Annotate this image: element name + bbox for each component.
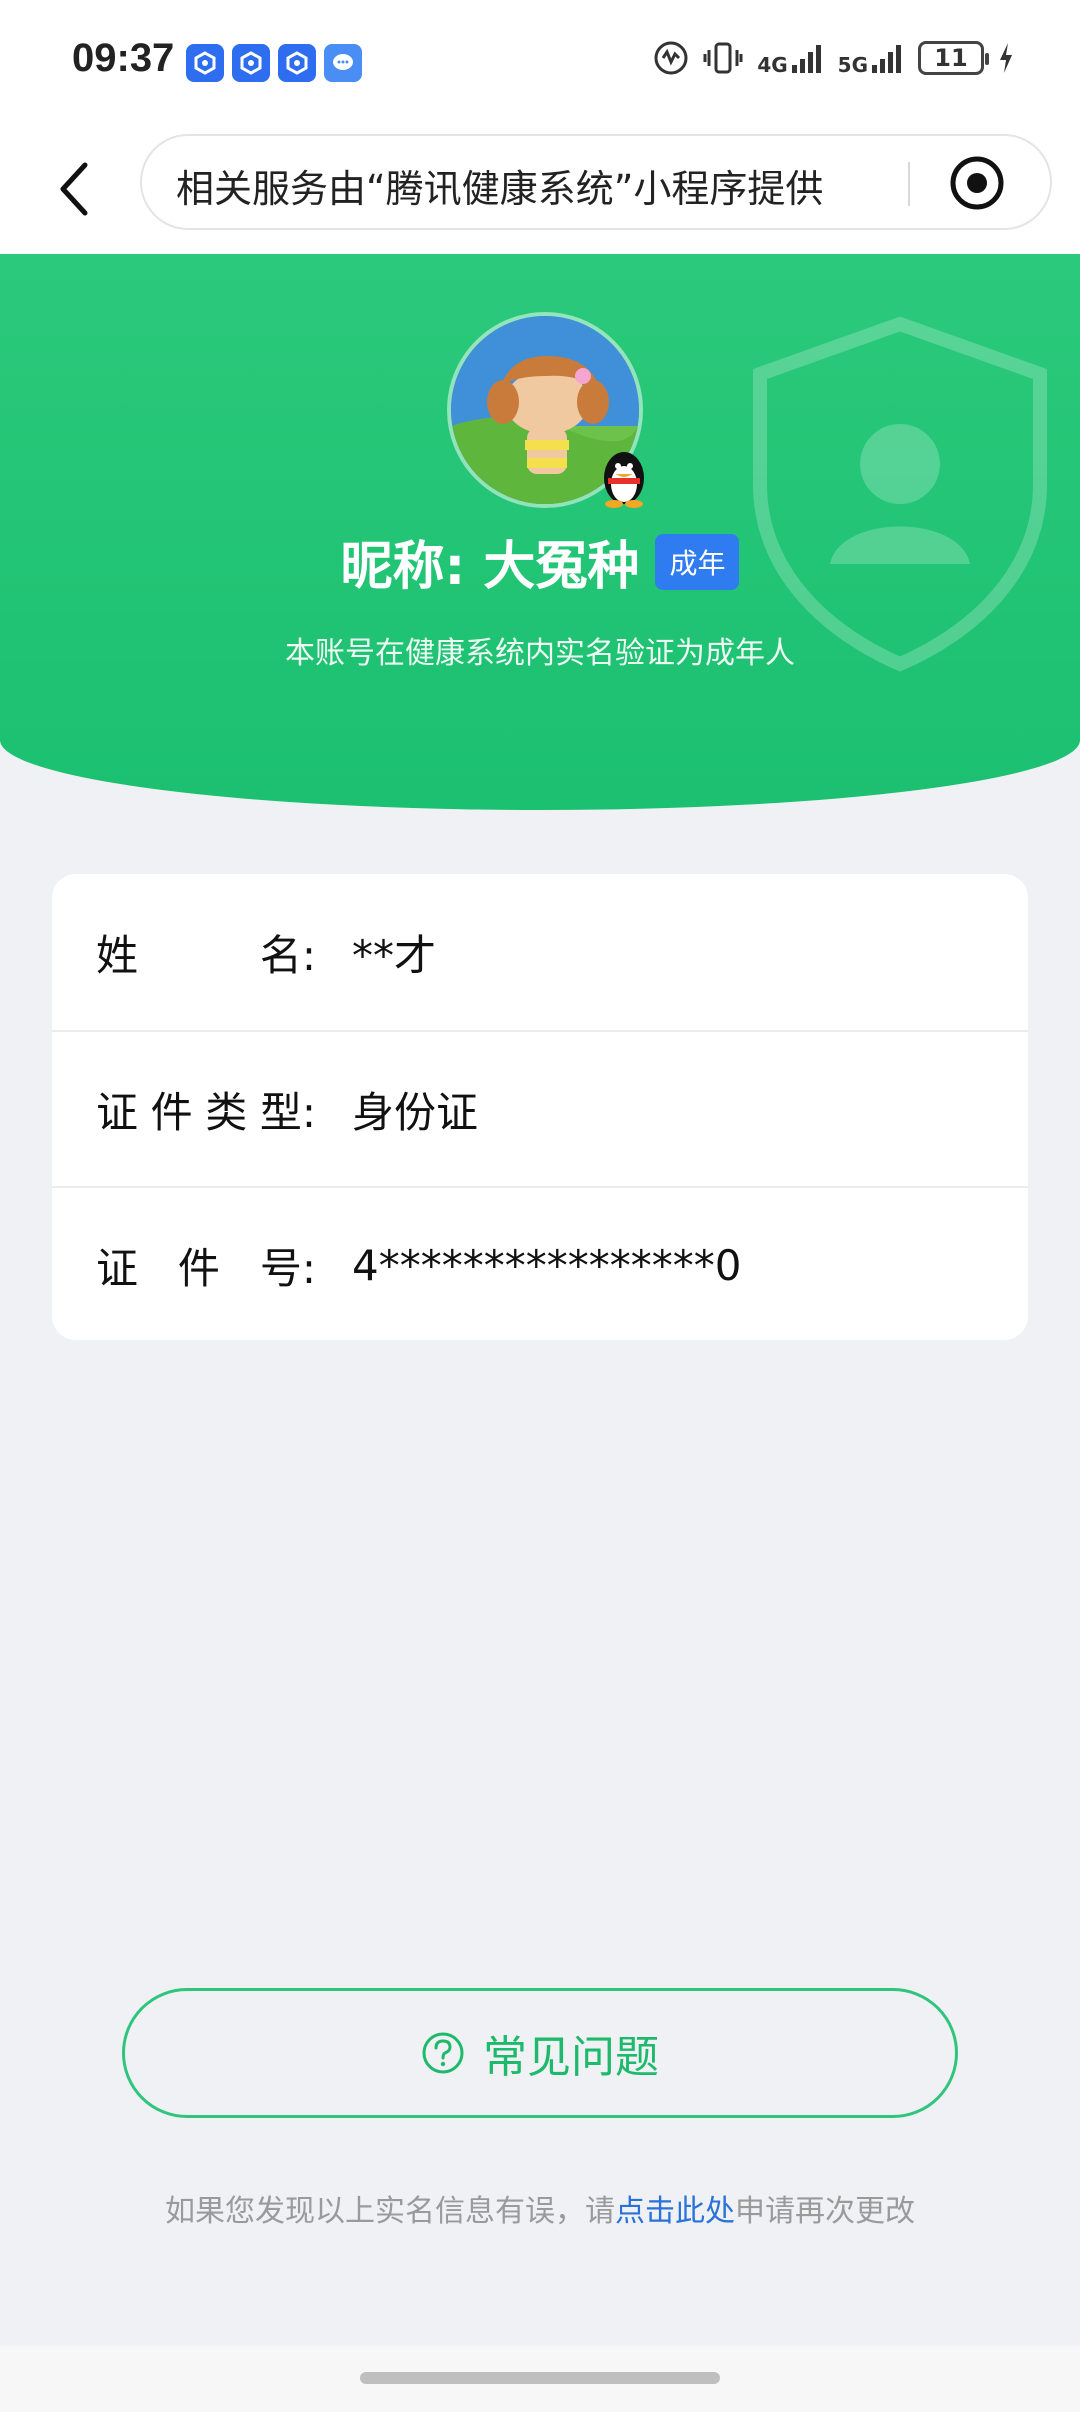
app-notification-icon (278, 44, 316, 82)
question-circle-icon (422, 2032, 464, 2074)
correction-note: 如果您发现以上实名信息有误，请点击此处申请再次更改 (0, 2186, 1080, 2230)
app-notification-icon (186, 44, 224, 82)
identity-info-card: 姓 名: **才 证 件 类 型: 身份证 证 件 号: 4**********… (52, 874, 1028, 1340)
info-label-name: 姓 名: (96, 930, 316, 980)
app-notification-icon (232, 44, 270, 82)
info-value-id-number: 4****************0 (352, 1240, 742, 1290)
qq-penguin-icon (604, 452, 644, 508)
status-bar: 09:37 4G 5G 11 (0, 0, 1080, 126)
page-title: 相关服务由“腾讯健康系统”小程序提供 (176, 167, 824, 211)
faq-label: 常见问题 (483, 2032, 659, 2083)
chevron-left-icon (60, 162, 88, 216)
info-row-id-type: 证 件 类 型: 身份证 (52, 1030, 1028, 1186)
adult-badge: 成年 (655, 533, 740, 590)
nickname-row: 昵称: 大冤种 成年 (0, 524, 1080, 599)
title-divider (908, 162, 910, 206)
vibrate-icon (703, 42, 743, 74)
verification-notice: 本账号在健康系统内实名验证为成年人 (285, 636, 795, 671)
target-icon (950, 156, 1004, 210)
close-mini-program-button[interactable] (932, 150, 1022, 216)
home-indicator[interactable] (360, 2372, 720, 2384)
info-row-id-number: 证 件 号: 4****************0 (52, 1186, 1028, 1340)
nickname: 昵称: 大冤种 (340, 537, 640, 597)
signal-5g: 5G (838, 41, 904, 75)
info-value-id-type: 身份证 (352, 1087, 479, 1137)
battery-indicator: 11 (918, 41, 989, 75)
faq-button[interactable]: 常见问题 (122, 1988, 958, 2118)
battery-level: 11 (934, 44, 968, 72)
info-label-id-number: 证 件 号: (96, 1243, 316, 1293)
correction-note-suffix: 申请再次更改 (735, 2194, 915, 2229)
signal-bars-icon (791, 45, 821, 73)
network-5g-label: 5G (837, 53, 868, 77)
correction-link[interactable]: 点击此处 (615, 2194, 735, 2229)
notification-icons (186, 44, 362, 82)
info-label-id-type: 证 件 类 型: (96, 1087, 316, 1137)
signal-bars-icon (872, 45, 901, 73)
charging-icon (1000, 43, 1012, 73)
back-button[interactable] (40, 154, 110, 224)
info-row-name: 姓 名: **才 (52, 874, 1028, 1030)
signal-4g: 4G (757, 41, 823, 75)
hotspot-icon (654, 41, 688, 75)
status-time: 09:37 (72, 36, 175, 80)
message-notification-icon (324, 44, 362, 82)
status-indicators: 4G 5G 11 (653, 40, 1014, 76)
profile-header: 昵称: 大冤种 成年 本账号在健康系统内实名验证为成年人 (0, 254, 1080, 810)
mini-program-title-bar: 相关服务由“腾讯健康系统”小程序提供 (140, 134, 1052, 230)
info-value-name: **才 (352, 930, 437, 980)
nav-bar: 相关服务由“腾讯健康系统”小程序提供 (0, 126, 1080, 254)
network-4g-label: 4G (757, 53, 788, 77)
shield-watermark-icon (753, 316, 1047, 672)
correction-note-prefix: 如果您发现以上实名信息有误，请 (165, 2194, 615, 2229)
